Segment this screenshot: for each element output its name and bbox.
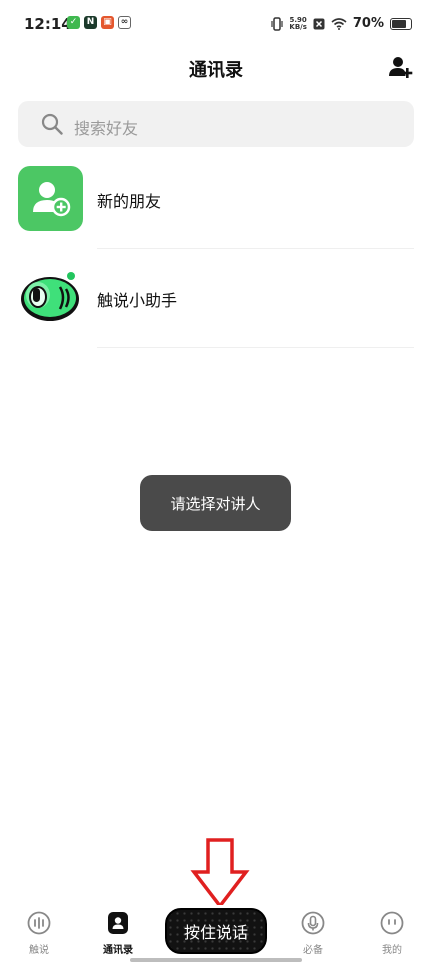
no-sim-icon xyxy=(313,18,325,29)
store-app-icon: ▣ xyxy=(101,16,114,29)
toast-message: 请选择对讲人 xyxy=(140,475,291,531)
add-user-icon[interactable] xyxy=(388,54,414,80)
battery-fill xyxy=(392,19,406,28)
contacts-icon xyxy=(108,912,128,934)
tab-label: 我的 xyxy=(382,945,402,956)
link-app-icon: ∞ xyxy=(118,16,131,29)
search-icon xyxy=(41,113,63,135)
new-friend-icon xyxy=(18,166,83,231)
status-time: 12:14 xyxy=(24,15,72,33)
net-speed: 5.90 KB/s xyxy=(289,16,307,31)
search-placeholder: 搜索好友 xyxy=(74,119,139,138)
net-speed-unit: KB/s xyxy=(289,22,307,31)
search-input[interactable]: 搜索好友 xyxy=(18,101,414,147)
microphone-icon xyxy=(301,911,325,935)
divider xyxy=(97,248,414,249)
tab-label: 通讯录 xyxy=(103,945,133,956)
annotation-arrow-icon xyxy=(190,838,250,909)
n-app-icon: N xyxy=(84,16,97,29)
vibrate-icon xyxy=(271,16,283,31)
status-right: 5.90 KB/s 70% xyxy=(271,16,412,31)
page-title: 通讯录 xyxy=(189,60,243,81)
push-to-talk-button[interactable]: 按住说话 xyxy=(165,908,267,954)
wechat-icon: ✓ xyxy=(67,16,80,29)
contact-name: 触说小助手 xyxy=(97,291,178,310)
voice-wave-icon xyxy=(27,911,51,935)
tab-profile[interactable]: 我的 xyxy=(362,911,422,956)
home-indicator[interactable] xyxy=(130,958,302,962)
tab-chushuo[interactable]: 触说 xyxy=(9,911,69,956)
battery-percent: 70% xyxy=(352,16,384,31)
divider xyxy=(97,347,414,348)
tab-label: 必备 xyxy=(303,945,323,956)
contact-name: 新的朋友 xyxy=(97,192,162,211)
assistant-avatar-icon xyxy=(18,265,83,330)
list-item-assistant[interactable]: 触说小助手 xyxy=(0,265,432,363)
profile-icon xyxy=(380,911,404,935)
list-item-new-friends[interactable]: 新的朋友 xyxy=(0,166,432,264)
tab-label: 触说 xyxy=(29,945,49,956)
wifi-icon xyxy=(331,17,347,30)
status-bar: 12:14 ✓ N ▣ ∞ 5.90 KB/s 70% xyxy=(0,0,432,50)
tab-contacts[interactable]: 通讯录 xyxy=(88,911,148,956)
title-bar: 通讯录 xyxy=(0,50,432,90)
notification-icons: ✓ N ▣ ∞ xyxy=(67,16,131,29)
battery-icon xyxy=(390,17,412,30)
tab-essentials[interactable]: 必备 xyxy=(283,911,343,956)
